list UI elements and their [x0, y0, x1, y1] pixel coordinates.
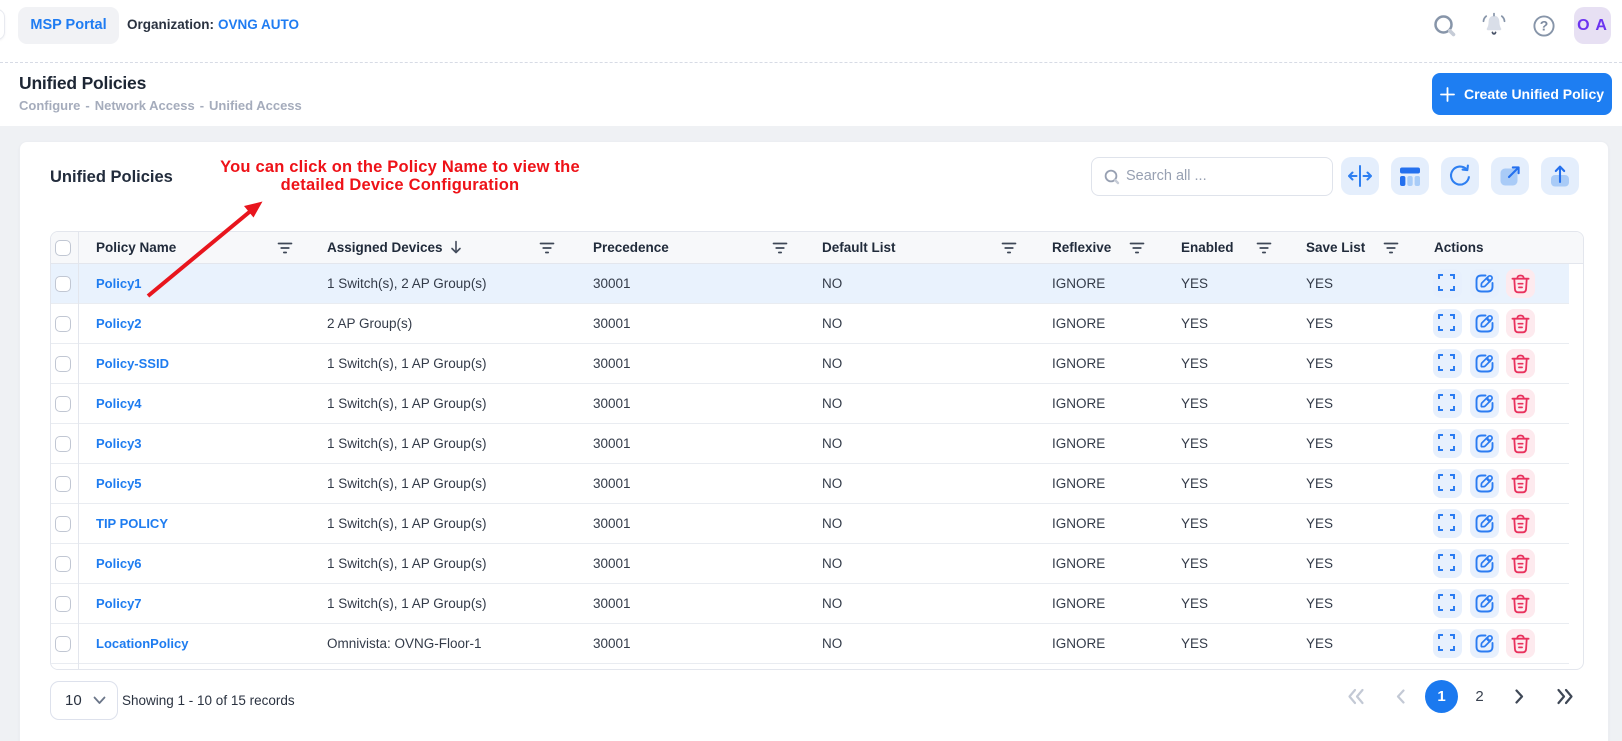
svg-text:?: ? — [1540, 18, 1549, 34]
